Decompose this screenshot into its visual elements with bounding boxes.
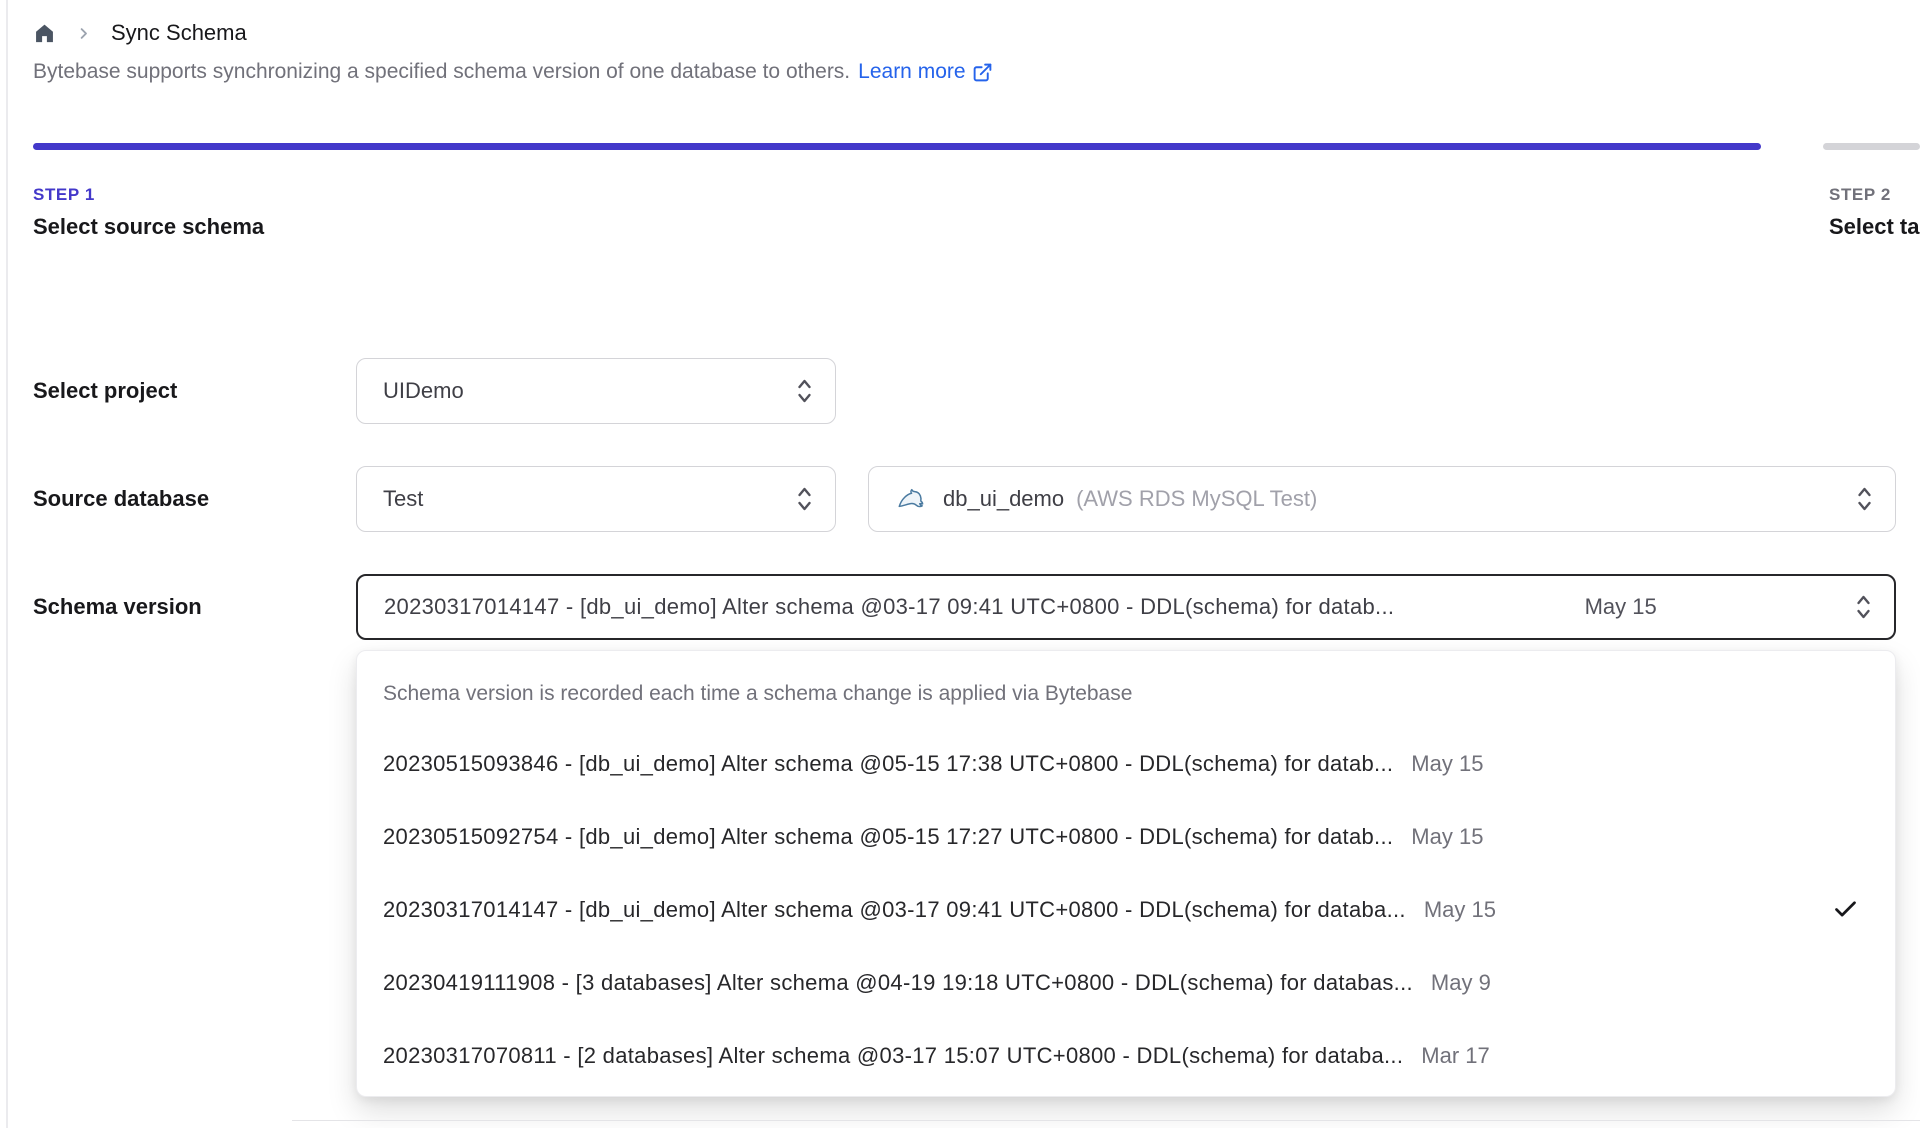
project-select-value: UIDemo — [383, 378, 464, 403]
learn-more-link[interactable]: Learn more — [858, 60, 992, 84]
step1-progress-bar — [33, 143, 1761, 150]
database-select-value: db_ui_demo — [943, 486, 1065, 511]
database-select-detail: (AWS RDS MySQL Test) — [1076, 486, 1318, 511]
chevron-updown-icon — [794, 377, 815, 405]
bottom-divider — [292, 1120, 1920, 1121]
option-text: 20230317014147 - [db_ui_demo] Alter sche… — [383, 896, 1406, 922]
source-database-row: Source database Test db_ui_demo (AWS RDS… — [0, 466, 1920, 532]
schema-version-dropdown: Schema version is recorded each time a s… — [356, 650, 1896, 1097]
dropdown-hint: Schema version is recorded each time a s… — [383, 682, 1133, 705]
schema-version-option[interactable]: 20230317070811 - [2 databases] Alter sch… — [357, 1019, 1895, 1092]
sync-schema-page: Sync Schema Bytebase supports synchroniz… — [0, 0, 1920, 1128]
option-text: 20230419111908 - [3 databases] Alter sch… — [383, 969, 1413, 995]
option-date: May 15 — [1423, 896, 1496, 922]
schema-version-option[interactable]: 20230515092754 - [db_ui_demo] Alter sche… — [357, 800, 1895, 873]
step-1: STEP 1 Select source schema — [33, 185, 264, 240]
schema-version-select[interactable]: 20230317014147 - [db_ui_demo] Alter sche… — [356, 574, 1896, 640]
step2-progress-bar — [1823, 143, 1920, 150]
intro-text: Bytebase supports synchronizing a specif… — [33, 60, 993, 84]
option-date: May 15 — [1411, 750, 1484, 776]
project-label: Select project — [33, 378, 178, 403]
step-2-number: STEP 2 — [1829, 185, 1891, 204]
option-text: 20230317070811 - [2 databases] Alter sch… — [383, 1042, 1404, 1068]
schema-version-option[interactable]: 20230419111908 - [3 databases] Alter sch… — [357, 946, 1895, 1019]
option-text: 20230515093846 - [db_ui_demo] Alter sche… — [383, 750, 1394, 776]
chevron-updown-icon — [1854, 485, 1875, 513]
left-divider — [6, 0, 8, 1128]
option-date: Mar 17 — [1421, 1042, 1490, 1068]
schema-version-option[interactable]: 20230515093846 - [db_ui_demo] Alter sche… — [357, 727, 1895, 800]
project-select[interactable]: UIDemo — [356, 358, 836, 424]
intro-description: Bytebase supports synchronizing a specif… — [33, 60, 851, 83]
check-icon — [1832, 896, 1859, 923]
step-2-title: Select target databases — [1829, 214, 1920, 239]
project-row: Select project UIDemo — [0, 358, 1920, 424]
page-title: Sync Schema — [111, 20, 247, 45]
mysql-icon — [895, 482, 929, 516]
schema-version-select-value: 20230317014147 - [db_ui_demo] Alter sche… — [384, 594, 1395, 619]
schema-version-label: Schema version — [33, 594, 202, 619]
chevron-updown-icon — [1853, 593, 1874, 621]
home-icon[interactable] — [33, 22, 56, 45]
breadcrumb: Sync Schema — [33, 16, 247, 50]
step-1-title: Select source schema — [33, 214, 265, 239]
step-1-number: STEP 1 — [33, 185, 95, 204]
chevron-updown-icon — [794, 485, 815, 513]
schema-version-row: Schema version 20230317014147 - [db_ui_d… — [0, 574, 1920, 640]
option-date: May 15 — [1411, 823, 1484, 849]
environment-select[interactable]: Test — [356, 466, 836, 532]
source-database-label: Source database — [33, 486, 210, 511]
step-2: STEP 2 Select target databases — [1829, 185, 1920, 240]
database-select[interactable]: db_ui_demo (AWS RDS MySQL Test) — [868, 466, 1896, 532]
external-link-icon — [972, 62, 993, 83]
option-date: May 9 — [1430, 969, 1491, 995]
option-text: 20230515092754 - [db_ui_demo] Alter sche… — [383, 823, 1394, 849]
environment-select-value: Test — [383, 486, 424, 511]
chevron-right-icon — [76, 26, 91, 41]
schema-version-option-selected[interactable]: 20230317014147 - [db_ui_demo] Alter sche… — [357, 873, 1895, 946]
schema-version-select-date: May 15 — [1584, 594, 1657, 619]
learn-more-label: Learn more — [858, 60, 966, 83]
